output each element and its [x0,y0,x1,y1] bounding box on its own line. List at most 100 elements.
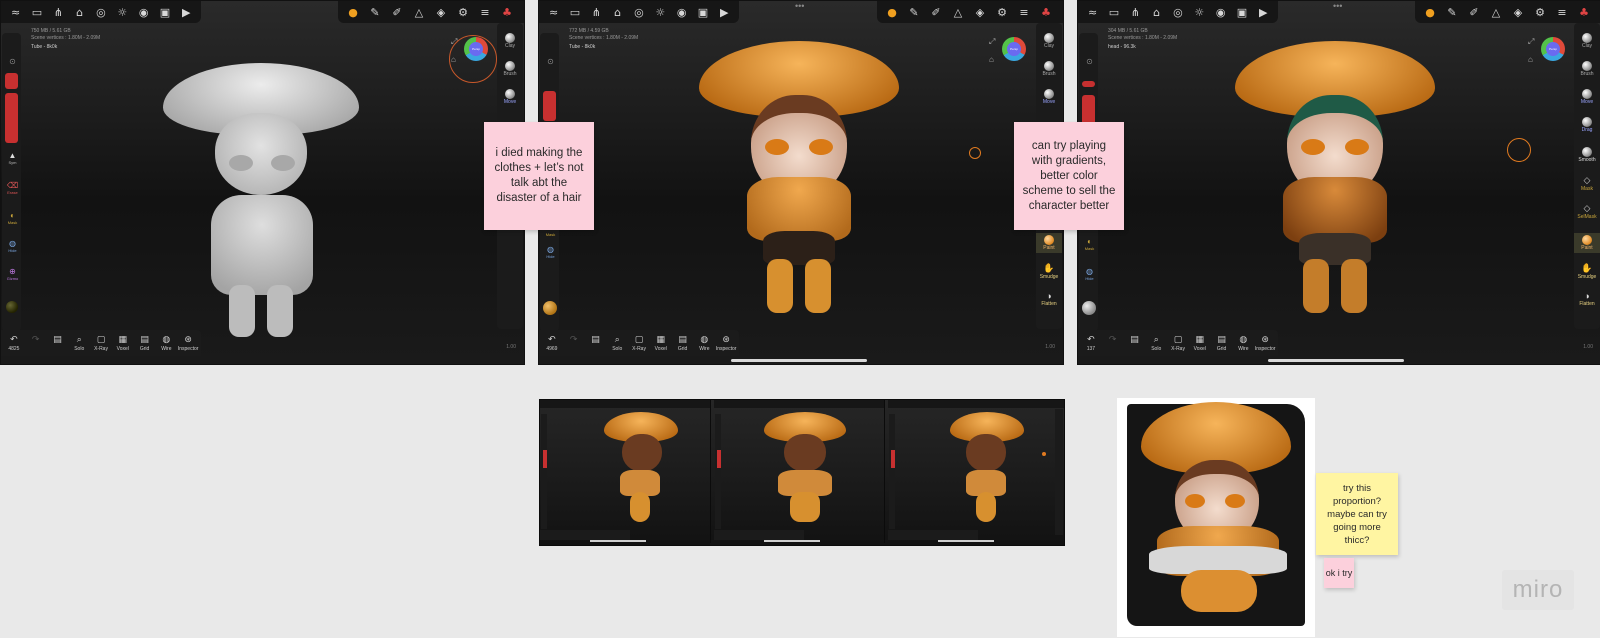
calculator-button[interactable]: ▤ [585,335,607,352]
video-icon[interactable]: ▶ [714,1,735,23]
material-ball-icon[interactable]: ● [342,1,364,23]
layers-icon[interactable]: ◈ [430,1,452,23]
video-icon[interactable]: ▶ [1253,1,1274,23]
xray-button[interactable]: ▢ X-Ray [1167,335,1189,352]
grid-button[interactable]: ▤ Grid [134,335,156,352]
settings-gear-icon[interactable]: ⚙ [452,1,474,23]
solo-button[interactable]: ⌕ Solo [606,335,628,352]
solo-button[interactable]: ⌕ Solo [68,335,90,352]
material-ball-icon[interactable]: ● [881,1,903,23]
undo-button[interactable]: ↶ 137 [1080,335,1102,352]
view-gizmo[interactable]: Persp [1002,37,1026,61]
view-gizmo[interactable]: Persp [1541,37,1565,61]
inspector-button[interactable]: ⊛ Inspector [177,335,199,352]
radius-icon[interactable]: ⊙ [544,57,557,66]
image-icon[interactable]: ▣ [154,1,175,23]
color-swatch[interactable] [543,301,557,315]
sticky-note-proportion[interactable]: try this proportion? maybe can try going… [1316,473,1398,555]
nomad-logo-icon[interactable]: ≈ [1082,1,1103,23]
wire-button[interactable]: ◍ Wire [693,335,715,352]
scene-icon[interactable]: ⋔ [586,1,607,23]
brush-settings-icon[interactable]: ✐ [925,1,947,23]
color-swatch[interactable] [1082,301,1096,315]
nomad-logo-icon[interactable]: ≈ [543,1,564,23]
sliders-icon[interactable]: ≡ [1013,1,1035,23]
sticky-note-ok[interactable]: ok i try [1324,558,1354,588]
radius-icon[interactable]: ⊙ [6,57,19,66]
video-icon[interactable]: ▶ [176,1,197,23]
scene-settings-icon[interactable]: ◉ [1210,1,1231,23]
tool-brush[interactable]: Brush [497,61,523,77]
image-icon[interactable]: ▣ [1231,1,1252,23]
tool-move[interactable]: Move [497,89,523,105]
image-icon[interactable]: ▣ [692,1,713,23]
pencil-icon[interactable]: ✎ [364,1,386,23]
fullscreen-icon[interactable]: ⤢ [989,37,995,47]
mask-button[interactable]: ◐ Mask [1083,237,1096,251]
hide-button[interactable]: ◍ Hide [1083,267,1096,281]
multi-user-icon[interactable]: ♣ [496,1,518,23]
selected-object[interactable]: Tube - 8k0k [31,44,100,51]
voxel-button[interactable]: ▦ Voxel [650,335,672,352]
sliders-icon[interactable]: ≡ [474,1,496,23]
wire-button[interactable]: ◍ Wire [155,335,177,352]
pencil-icon[interactable]: ✎ [1441,1,1463,23]
tool-brush[interactable]: Brush [1036,61,1062,77]
symmetry-icon[interactable]: △ [408,1,430,23]
more-dots-icon[interactable]: ••• [795,1,804,11]
tool-drag[interactable]: Drag [1574,117,1600,133]
topology-icon[interactable]: ⌂ [69,1,90,23]
scene-settings-icon[interactable]: ◉ [671,1,692,23]
tool-clay[interactable]: Clay [1036,33,1062,49]
wire-button[interactable]: ◍ Wire [1232,335,1254,352]
home-view-icon[interactable]: ⌂ [1528,55,1533,64]
files-icon[interactable]: ▭ [26,1,47,23]
layers-icon[interactable]: ◈ [1507,1,1529,23]
light-icon[interactable]: ☼ [650,1,671,23]
hide-button[interactable]: ◍ Hide [544,245,557,259]
layers-icon[interactable]: ◈ [969,1,991,23]
pencil-icon[interactable]: ✎ [903,1,925,23]
fullscreen-icon[interactable]: ⤢ [1528,37,1534,47]
undo-button[interactable]: ↶ 4969 [541,335,563,352]
radius-slider[interactable] [1082,81,1095,87]
home-indicator[interactable] [731,359,867,362]
color-swatch[interactable] [6,301,18,313]
mask-button[interactable]: ◐ Mask [6,211,19,225]
home-view-icon[interactable]: ⌂ [989,55,994,64]
undo-button[interactable]: ↶ 4825 [3,335,25,352]
files-icon[interactable]: ▭ [564,1,585,23]
sticky-note-clothes[interactable]: i died making the clothes + let’s not ta… [484,122,594,230]
voxel-button[interactable]: ▦ Voxel [112,335,134,352]
tool-move[interactable]: Move [1574,89,1600,105]
calculator-button[interactable]: ▤ [1124,335,1146,352]
scene-icon[interactable]: ⋔ [48,1,69,23]
tool-smooth[interactable]: Smooth [1574,147,1600,163]
inspector-button[interactable]: ⊛ Inspector [715,335,737,352]
tool-selmask[interactable]: ◇ SelMask [1574,203,1600,220]
scene-icon[interactable]: ⋔ [1125,1,1146,23]
tool-paint[interactable]: Paint [1036,233,1062,253]
sticky-note-gradients[interactable]: can try playing with gradients, better c… [1014,122,1124,230]
tool-mask[interactable]: ◇ Mask [1574,175,1600,192]
intensity-slider[interactable] [1082,95,1095,125]
multi-user-icon[interactable]: ♣ [1035,1,1057,23]
solo-button[interactable]: ⌕ Solo [1145,335,1167,352]
topology-icon[interactable]: ⌂ [1146,1,1167,23]
selected-object[interactable]: Tube - 8k0k [569,44,638,51]
tool-smudge[interactable]: ✋ Smudge [1574,263,1600,280]
light-icon[interactable]: ☼ [1189,1,1210,23]
scene-settings-icon[interactable]: ◉ [133,1,154,23]
files-icon[interactable]: ▭ [1103,1,1124,23]
brush-settings-icon[interactable]: ✐ [386,1,408,23]
voxel-button[interactable]: ▦ Voxel [1189,335,1211,352]
redo-button[interactable]: ↷ [1102,335,1124,352]
settings-gear-icon[interactable]: ⚙ [1529,1,1551,23]
settings-gear-icon[interactable]: ⚙ [991,1,1013,23]
tool-flatten[interactable]: ◑ Flatten [1036,291,1062,307]
selected-object[interactable]: head - 96.3k [1108,44,1177,51]
calculator-button[interactable]: ▤ [47,335,69,352]
grid-button[interactable]: ▤ Grid [672,335,694,352]
tool-clay[interactable]: Clay [1574,33,1600,49]
radius-icon[interactable]: ⊙ [1083,57,1096,66]
